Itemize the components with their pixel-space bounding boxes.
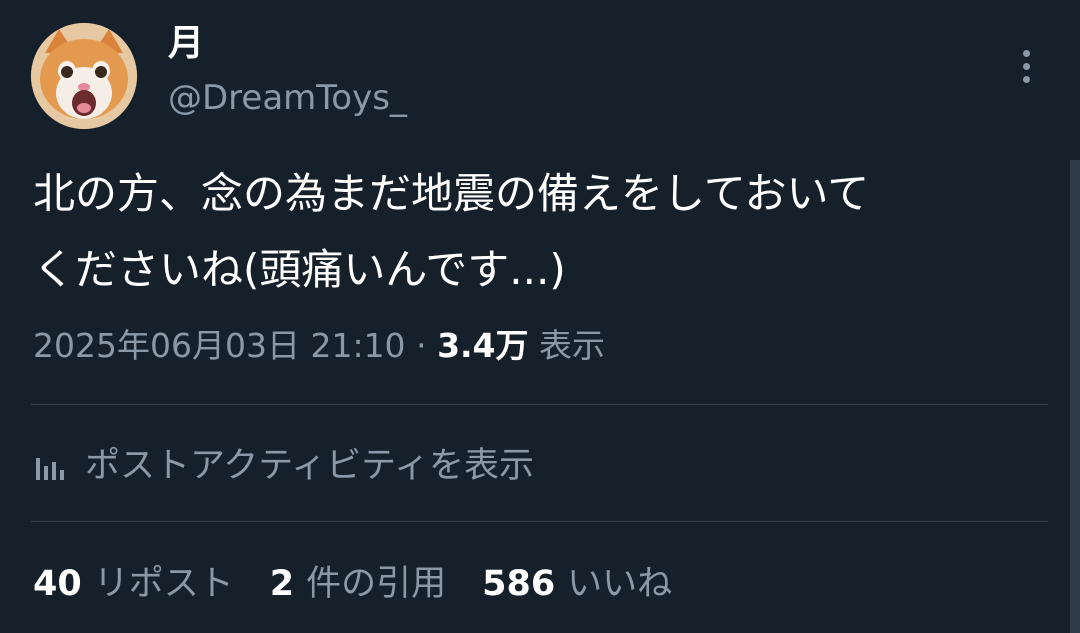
- views-label: 表示: [539, 326, 606, 365]
- divider: [31, 404, 1048, 405]
- views-count: 3.4万: [437, 326, 529, 365]
- user-handle[interactable]: @DreamToys_: [168, 76, 407, 120]
- tweet-meta: 2025年06月03日 21:10 · 3.4万 表示: [33, 320, 605, 372]
- tweet-timestamp[interactable]: 2025年06月03日 21:10: [33, 326, 406, 365]
- likes-label: いいね: [567, 564, 673, 604]
- tweet-text: 北の方、念の為まだ地震の備えをしておいて くださいね(頭痛いんです...): [33, 169, 870, 294]
- more-options-button[interactable]: [1006, 44, 1046, 88]
- reposts-label: リポスト: [93, 564, 234, 604]
- cat-avatar-image: [31, 23, 137, 129]
- quotes-label: 件の引用: [306, 564, 447, 604]
- avatar[interactable]: [31, 23, 137, 129]
- more-vertical-icon-dot: [1022, 75, 1030, 83]
- quotes-stat[interactable]: 2 件の引用: [270, 556, 446, 612]
- more-vertical-icon: [1022, 49, 1030, 57]
- post-activity-link[interactable]: ポストアクティビティを表示: [33, 438, 534, 494]
- bar-chart-icon: [36, 458, 64, 480]
- reposts-count: 40: [33, 564, 82, 604]
- divider: [31, 521, 1048, 522]
- likes-count: 586: [482, 564, 556, 604]
- likes-stat[interactable]: 586 いいね: [482, 556, 672, 612]
- more-vertical-icon-dot: [1022, 62, 1030, 70]
- engagement-stats: 40 リポスト 2 件の引用 586 いいね: [33, 556, 708, 612]
- quotes-count: 2: [269, 564, 295, 604]
- display-name[interactable]: 月: [168, 22, 204, 66]
- meta-separator: ·: [416, 326, 427, 365]
- post-activity-label: ポストアクティビティを表示: [85, 446, 535, 486]
- reposts-stat[interactable]: 40 リポスト: [33, 556, 234, 612]
- scrollbar[interactable]: [1070, 160, 1080, 633]
